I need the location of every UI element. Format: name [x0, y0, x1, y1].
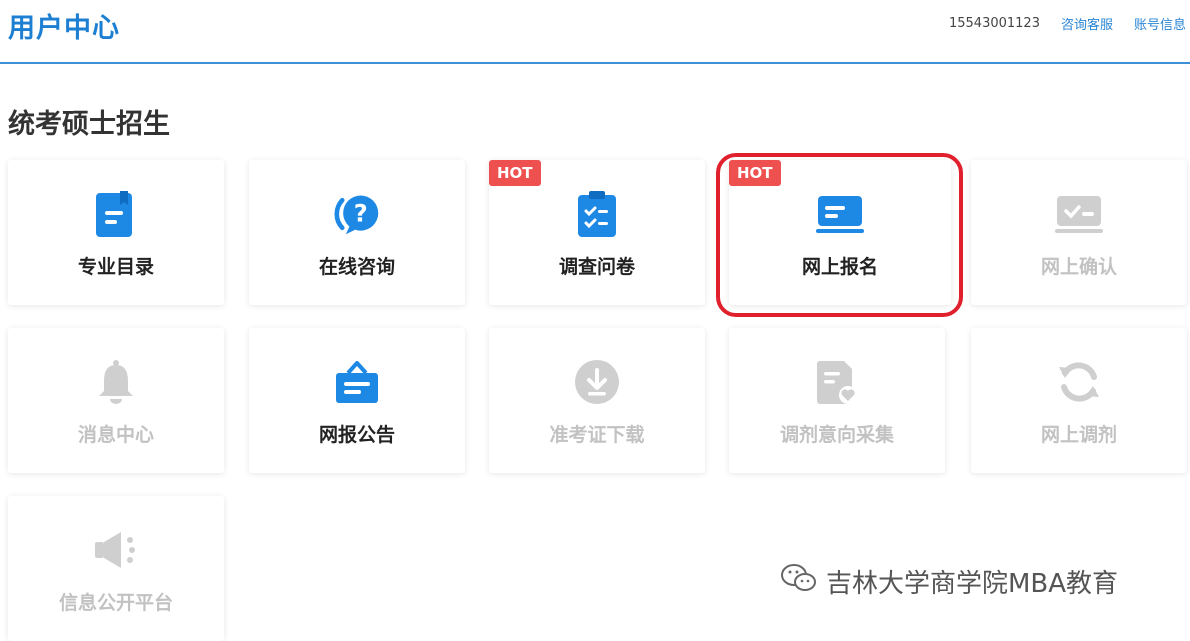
card-online-transfer[interactable]: 网上调剂	[971, 328, 1187, 473]
svg-text:?: ?	[354, 199, 368, 227]
refresh-icon	[1055, 358, 1103, 406]
card-label: 网报公告	[318, 424, 395, 446]
watermark-text: 吉林大学商学院MBA教育	[826, 569, 1119, 599]
watermark: 吉林大学商学院MBA教育	[780, 562, 1118, 601]
card-label: 调查问卷	[558, 256, 635, 278]
customer-service-link[interactable]: 咨询客服	[1061, 14, 1113, 33]
clipboard-checklist-icon	[573, 190, 621, 238]
card-admission-ticket-download[interactable]: 准考证下载	[489, 328, 705, 473]
card-label: 信息公开平台	[58, 592, 173, 614]
question-chat-icon: ?	[333, 190, 381, 238]
card-label: 准考证下载	[549, 424, 645, 446]
card-online-consult[interactable]: ? 在线咨询	[249, 160, 465, 305]
section-title: 统考硕士招生	[8, 109, 170, 140]
account-info-link[interactable]: 账号信息	[1134, 14, 1186, 33]
card-label: 专业目录	[77, 256, 154, 278]
card-registration-notice[interactable]: 网报公告	[249, 328, 465, 473]
card-information-disclosure[interactable]: 信息公开平台	[8, 496, 224, 641]
highlight-box	[716, 153, 963, 317]
header-right: 15543001123 咨询客服 账号信息	[949, 14, 1186, 33]
bell-icon	[92, 358, 140, 406]
card-label: 调剂意向采集	[779, 424, 894, 446]
megaphone-icon	[92, 526, 140, 574]
document-heart-icon	[813, 358, 861, 406]
notice-board-icon	[333, 358, 381, 406]
card-survey[interactable]: HOT 调查问卷	[489, 160, 705, 305]
card-label: 在线咨询	[318, 256, 395, 278]
card-message-center[interactable]: 消息中心	[8, 328, 224, 473]
card-online-confirmation[interactable]: 网上确认	[971, 160, 1187, 305]
user-phone: 15543001123	[948, 16, 1040, 31]
card-major-catalog[interactable]: 专业目录	[8, 160, 224, 305]
page-title: 用户中心	[8, 13, 120, 44]
hot-badge: HOT	[489, 160, 541, 186]
catalog-book-icon	[92, 190, 140, 238]
card-transfer-intent[interactable]: 调剂意向采集	[729, 328, 945, 473]
card-label: 消息中心	[77, 424, 154, 446]
wechat-icon	[780, 562, 818, 601]
card-label: 网上调剂	[1040, 424, 1117, 446]
laptop-check-icon	[1055, 190, 1103, 238]
download-circle-icon	[573, 358, 621, 406]
header: 用户中心 15543001123 咨询客服 账号信息	[0, 0, 1190, 64]
card-label: 网上确认	[1040, 256, 1117, 278]
